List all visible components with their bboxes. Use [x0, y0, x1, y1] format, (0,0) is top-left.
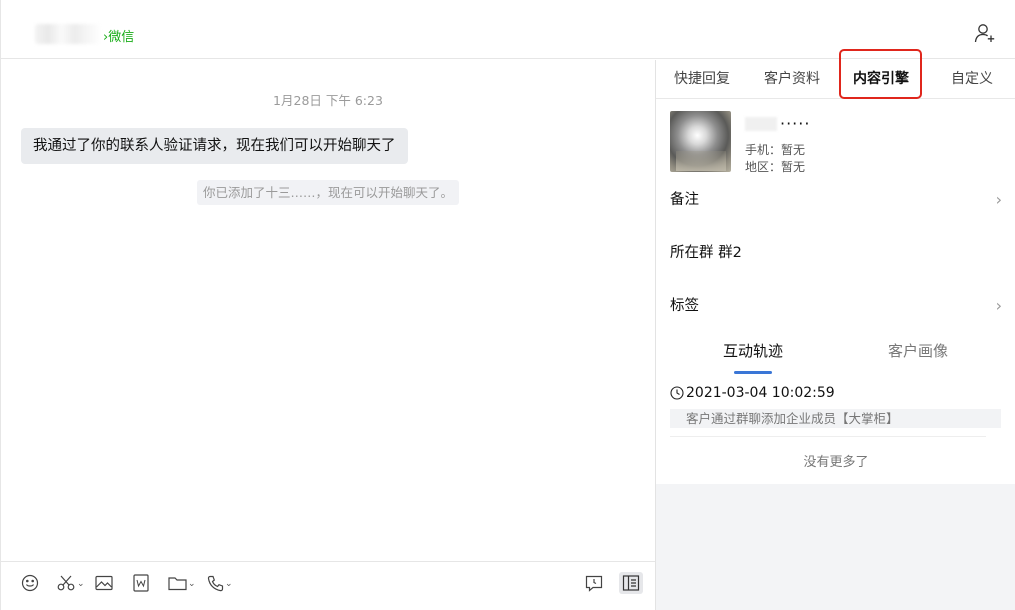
tags-row[interactable]: 标签 › [670, 294, 1002, 318]
folder-dropdown-caret[interactable]: ⌄ [188, 579, 196, 589]
trail-time-text: 2021-03-04 10:02:59 [686, 385, 835, 401]
image-icon[interactable] [95, 572, 113, 594]
group-row: 所在群 群2 [670, 241, 1002, 265]
customer-region: 地区：暂无 [745, 160, 806, 174]
chat-message-area: 1月28日 下午 6:23 我通过了你的联系人验证请求，现在我们可以开始聊天了 … [1, 60, 655, 561]
app-window: ›微信 1月28日 下午 6:23 我通过了你的联系人验证请求，现在我们可以开始… [0, 0, 1015, 610]
active-subtab-underline [734, 371, 772, 374]
contact-name-blurred [35, 24, 101, 44]
system-message: 你已添加了十三……，现在可以开始聊天了。 [197, 180, 459, 205]
subtab-interaction-trail[interactable]: 互动轨迹 [723, 340, 783, 361]
trail-description: 客户通过群聊添加企业成员【大掌柜】 [670, 409, 1001, 428]
interaction-subtabs: 互动轨迹 客户画像 [656, 340, 1015, 374]
group-label: 所在群 群2 [670, 245, 742, 261]
customer-avatar [670, 111, 731, 172]
folder-icon[interactable]: ⌄ [168, 572, 196, 594]
add-user-icon[interactable] [974, 22, 996, 44]
phone-dropdown-caret[interactable]: ⌄ [225, 579, 233, 589]
tab-content-engine[interactable]: 内容引擎 [853, 60, 909, 99]
remark-row[interactable]: 备注 › [670, 188, 1002, 212]
message-bubble[interactable]: 我通过了你的联系人验证请求，现在我们可以开始聊天了 [21, 128, 408, 164]
customer-name: ····· [780, 114, 811, 133]
customer-side-panel: 快捷回复 客户资料 内容引擎 自定义 ····· 手机：暂无 地区：暂无 备注 … [656, 49, 1015, 610]
message-timestamp: 1月28日 下午 6:23 [273, 93, 383, 108]
chat-history-icon[interactable] [585, 572, 603, 594]
emoji-icon[interactable] [21, 572, 39, 594]
chevron-right-icon: › [995, 190, 1002, 209]
customer-phone: 手机：暂无 [745, 143, 806, 157]
subtab-customer-portrait[interactable]: 客户画像 [888, 340, 948, 361]
tab-custom[interactable]: 自定义 [951, 60, 993, 99]
tags-label: 标签 [670, 298, 699, 314]
chevron-right-icon: › [995, 296, 1002, 315]
clock-icon [670, 386, 684, 400]
tab-quick-reply[interactable]: 快捷回复 [674, 60, 730, 99]
scissors-icon[interactable]: ⌄ [57, 572, 85, 594]
trail-timestamp: 2021-03-04 10:02:59 [670, 385, 835, 401]
panel-empty-area [656, 484, 1015, 610]
remark-label: 备注 [670, 192, 699, 208]
customer-name-blurred [745, 117, 777, 131]
no-more-text: 没有更多了 [803, 455, 869, 470]
sidebar-toggle-icon[interactable] [619, 572, 643, 594]
input-toolbar: ⌄ ⌄ ⌄ [1, 561, 655, 610]
trail-separator [670, 436, 986, 437]
scissors-dropdown-caret[interactable]: ⌄ [77, 579, 85, 589]
panel-tab-bar: 快捷回复 客户资料 内容引擎 自定义 [656, 49, 1015, 99]
chat-header: ›微信 [1, 0, 1015, 59]
wechat-source-tag: ›微信 [103, 30, 135, 45]
tab-customer-profile[interactable]: 客户资料 [764, 60, 820, 99]
phone-icon[interactable]: ⌄ [207, 572, 233, 594]
word-doc-icon[interactable] [133, 572, 149, 594]
